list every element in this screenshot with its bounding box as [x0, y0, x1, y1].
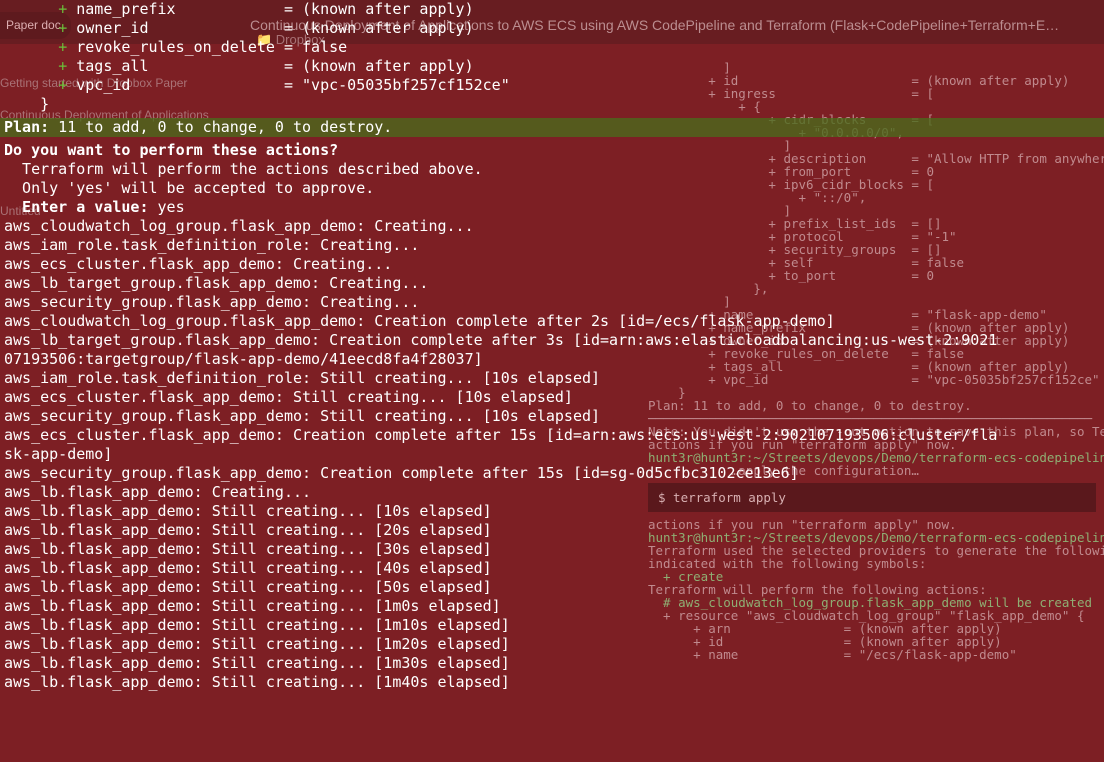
bg-code-line: …apply the configuration… — [648, 464, 1096, 477]
article-title: Continuous Deployment of Applications to… — [250, 16, 1094, 35]
screenshot-stage: Paper doc Getting started with Dropbox P… — [0, 0, 1104, 762]
sidebar-item-getting-started[interactable]: Getting started with Dropbox Paper — [0, 74, 187, 93]
background-sidebar: Paper doc Getting started with Dropbox P… — [0, 0, 232, 762]
paper-doc-pill[interactable]: Paper doc — [0, 12, 71, 39]
sidebar-item-cd-apps[interactable]: Continuous Deployment of Applications — [0, 106, 209, 125]
background-code-panel: ] + id = (known after apply) + ingress =… — [640, 55, 1104, 762]
bg-code-line: + vpc_id = "vpc-05035bf257cf152ce" — [648, 373, 1096, 386]
bg-code-line: + name = "/ecs/flask-app-demo" — [648, 648, 1096, 661]
bg-code-line: $ terraform apply — [648, 483, 1096, 512]
sidebar-item-untitled[interactable]: Untitled — [0, 202, 41, 221]
dropbox-breadcrumb[interactable]: 📁 Dropbox — [256, 30, 325, 49]
background-editor: Paper doc Getting started with Dropbox P… — [0, 0, 1104, 762]
